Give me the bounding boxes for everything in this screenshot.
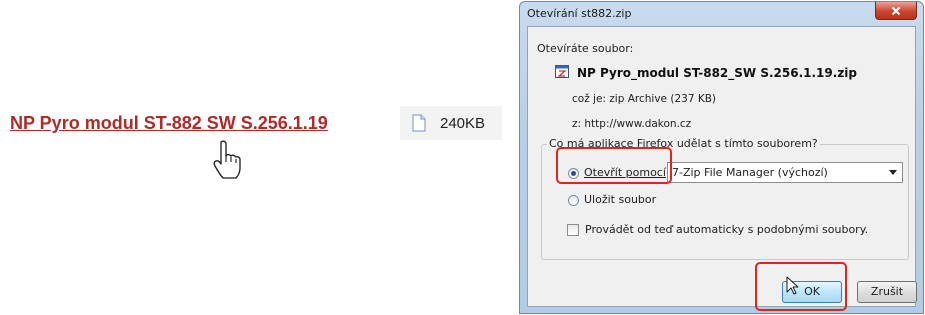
save-file-label[interactable]: Uložit soubor xyxy=(584,193,656,206)
document-icon xyxy=(412,114,426,132)
file-type-info: což je: zip Archive (237 KB) xyxy=(572,93,717,105)
file-source-info: z: http://www.dakon.cz xyxy=(572,118,692,130)
file-size-label: 240KB xyxy=(440,114,486,132)
chevron-down-icon xyxy=(889,170,897,175)
selected-app: 7-Zip File Manager (výchozí) xyxy=(672,166,828,179)
file-size-badge: 240KB xyxy=(400,106,502,140)
zip-file-icon xyxy=(555,65,569,78)
download-link[interactable]: NP Pyro modul ST-882 SW S.256.1.19 xyxy=(10,113,328,134)
save-file-radio[interactable] xyxy=(568,195,579,206)
open-with-app-select[interactable]: 7-Zip File Manager (výchozí) xyxy=(667,162,903,183)
dialog-title: Otevírání st882.zip xyxy=(527,7,632,20)
arrow-cursor-icon xyxy=(786,276,799,295)
auto-action-label[interactable]: Provádět od teď automaticky s podobnými … xyxy=(585,223,868,236)
hand-pointer-icon xyxy=(213,140,241,179)
file-name: NP Pyro_modul ST-882_SW S.256.1.19.zip xyxy=(577,66,858,80)
ok-highlight xyxy=(755,262,847,311)
cancel-button[interactable]: Zrušit xyxy=(857,281,917,303)
open-with-highlight xyxy=(556,147,672,184)
dialog-titlebar[interactable]: Otevírání st882.zip xyxy=(520,2,923,26)
auto-action-checkbox[interactable] xyxy=(567,224,579,236)
close-button[interactable] xyxy=(875,2,917,20)
opening-label: Otevíráte soubor: xyxy=(537,42,634,55)
close-icon xyxy=(891,6,901,15)
